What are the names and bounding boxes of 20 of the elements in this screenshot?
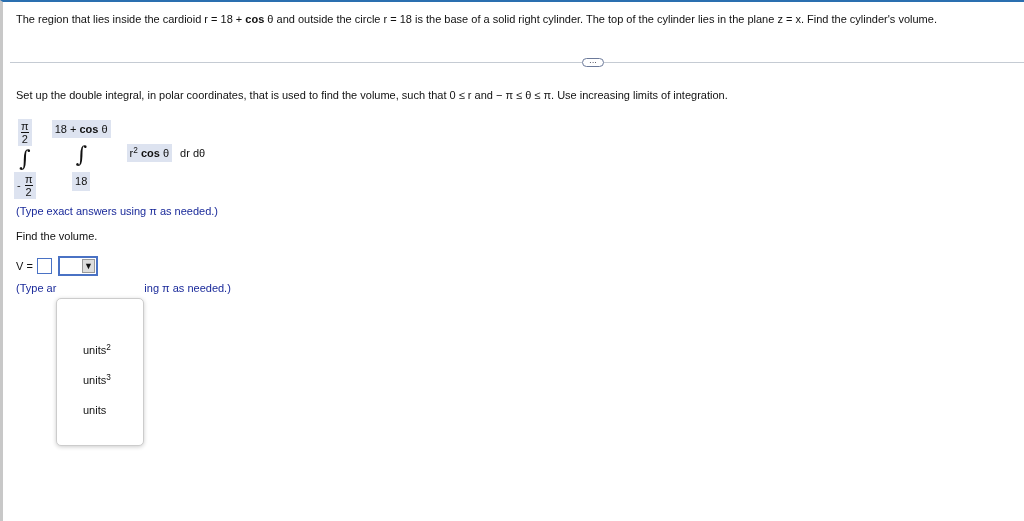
integrand-field[interactable]: r$^{2}$ cos θ [126,143,173,163]
answer-label: V = [16,258,33,274]
hint-text: ing π as needed.) [144,281,231,296]
answer-field[interactable] [36,258,52,274]
expand-button[interactable]: ··· [582,57,604,67]
unit-dropdown[interactable]: ▼ [57,256,98,276]
integral-sign: ∫ [19,146,31,172]
lower-limit-field[interactable]: 18 [72,172,91,191]
setup-prompt: Set up the double integral, in polar coordinates, that is used to find the volume, such that 0 ≤ r and − π ≤ θ ≤ π. Use increasing limits of integration. [16,87,729,103]
differentials-text: dr dθ [180,145,206,161]
menu-option[interactable]: units [83,404,107,416]
find-prompt: Find the volume. [16,228,99,244]
integral-sign: ∫ [75,142,87,168]
menu-option[interactable]: units$^{2}$ [83,344,111,356]
upper-limit-field[interactable]: π 2 [17,119,32,146]
menu-option[interactable]: units$^{3}$ [83,374,111,386]
hint-text: (Type ar [16,281,57,296]
hint-text: (Type exact answers using π as needed.) [16,204,220,219]
upper-limit-field[interactable]: 18 + cos θ [51,119,111,138]
question-text: The region that lies inside the cardioid r = 18 + cos θ and outside the circle r = 18 is the base of a solid right cylinder. The top of the cylinder lies in the plane z = x. Find the cylinder's volume. [16,12,938,27]
